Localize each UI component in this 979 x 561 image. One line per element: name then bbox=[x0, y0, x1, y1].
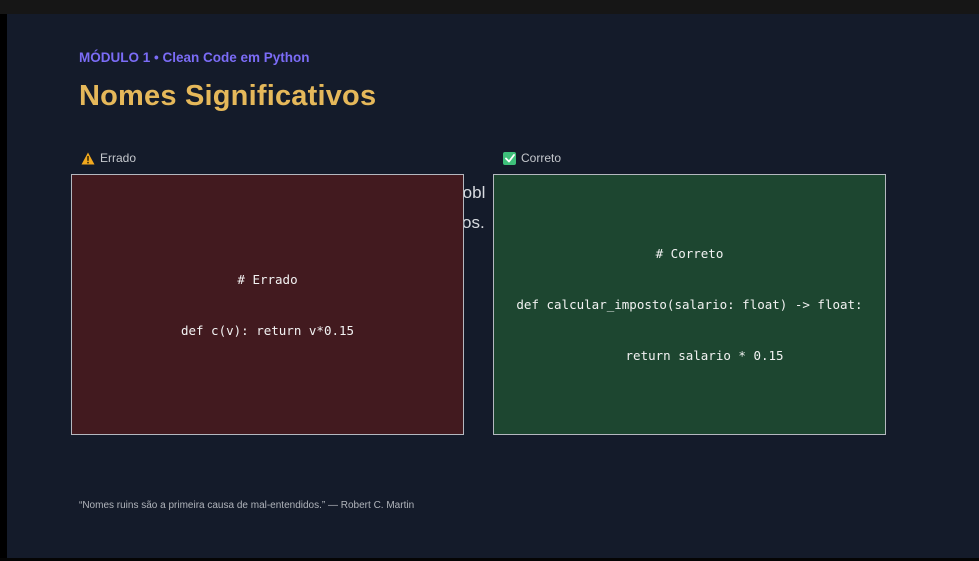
wrong-code-panel: # Errado def c(v): return v*0.15 bbox=[71, 174, 464, 435]
code-comment-line: # Errado bbox=[237, 271, 298, 287]
slide: MÓDULO 1 • Clean Code em Python Nomes Si… bbox=[7, 14, 979, 558]
wrong-label-text: Errado bbox=[100, 151, 137, 165]
right-column-label: Correto bbox=[503, 150, 561, 166]
footer-quote: “Nomes ruins são a primeira causa de mal… bbox=[79, 500, 415, 511]
warning-icon bbox=[81, 152, 95, 165]
check-icon bbox=[503, 151, 516, 165]
wrong-column-label: Errado bbox=[81, 150, 136, 166]
wrong-code-block: # Errado def c(v): return v*0.15 bbox=[181, 237, 354, 373]
code-line: return salario * 0.15 bbox=[595, 348, 784, 363]
code-comment-line: # Correto bbox=[655, 246, 724, 261]
page-title: Nomes Significativos bbox=[79, 80, 377, 112]
module-label: MÓDULO 1 • Clean Code em Python bbox=[79, 50, 310, 65]
right-code-panel: # Correto def calcular_imposto(salario: … bbox=[493, 174, 886, 435]
right-label-text: Correto bbox=[521, 151, 562, 165]
code-line: def c(v): return v*0.15 bbox=[180, 322, 355, 338]
right-code-block: # Correto def calcular_imposto(salario: … bbox=[516, 211, 862, 398]
code-line: def calcular_imposto(salario: float) -> … bbox=[516, 297, 863, 312]
window-top-bar bbox=[0, 0, 979, 14]
